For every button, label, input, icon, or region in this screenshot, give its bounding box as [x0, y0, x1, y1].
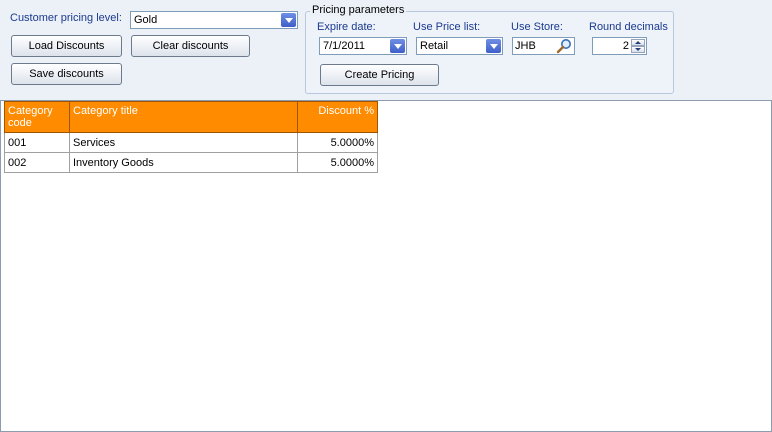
column-header-category-title[interactable]: Category title [69, 101, 298, 133]
round-decimals-label: Round decimals [589, 21, 668, 33]
chevron-down-icon[interactable] [281, 13, 296, 27]
price-list-value: Retail [420, 40, 449, 52]
cell-category-title[interactable]: Services [69, 132, 298, 153]
discount-header-text: Discount % [318, 105, 374, 117]
cell-discount[interactable]: 5.0000% [297, 152, 378, 173]
column-header-category-code[interactable]: Category code [4, 101, 70, 133]
pricing-level-select[interactable]: Gold [130, 11, 298, 29]
price-list-label: Use Price list: [413, 21, 481, 33]
expire-date-value: 7/1/2011 [323, 40, 366, 52]
load-discounts-button[interactable]: Load Discounts [11, 35, 122, 57]
discount-table: Category code Category title Discount % … [4, 101, 378, 173]
store-input[interactable]: JHB [512, 37, 575, 55]
create-pricing-button[interactable]: Create Pricing [320, 64, 439, 86]
expire-date-label: Expire date: [317, 21, 376, 33]
price-list-select[interactable]: Retail [416, 37, 503, 55]
stepper-up-icon[interactable] [631, 39, 645, 46]
search-icon[interactable] [556, 38, 573, 54]
round-decimals-value: 2 [622, 40, 629, 52]
save-discounts-button[interactable]: Save discounts [11, 63, 122, 85]
expire-date-picker[interactable]: 7/1/2011 [319, 37, 407, 55]
chevron-down-icon[interactable] [390, 39, 405, 53]
table-row[interactable]: 001 Services 5.0000% [4, 132, 378, 153]
cell-category-code[interactable]: 002 [4, 152, 70, 173]
stepper-down-icon[interactable] [631, 46, 645, 53]
column-header-discount[interactable]: Discount % [297, 101, 378, 133]
clear-discounts-button[interactable]: Clear discounts [131, 35, 250, 57]
pricing-level-label: Customer pricing level: [10, 12, 122, 24]
chevron-down-icon[interactable] [486, 39, 501, 53]
table-header-row: Category code Category title Discount % [4, 101, 378, 133]
discount-grid[interactable]: Category code Category title Discount % … [0, 100, 772, 432]
pricing-level-value: Gold [134, 14, 158, 26]
cell-category-title[interactable]: Inventory Goods [69, 152, 298, 173]
cell-category-code[interactable]: 001 [4, 132, 70, 153]
cell-discount[interactable]: 5.0000% [297, 132, 378, 153]
round-decimals-stepper[interactable]: 2 [592, 37, 647, 55]
store-label: Use Store: [511, 21, 563, 33]
store-value: JHB [515, 40, 536, 52]
table-row[interactable]: 002 Inventory Goods 5.0000% [4, 152, 378, 173]
pricing-parameters-title: Pricing parameters [310, 4, 407, 16]
